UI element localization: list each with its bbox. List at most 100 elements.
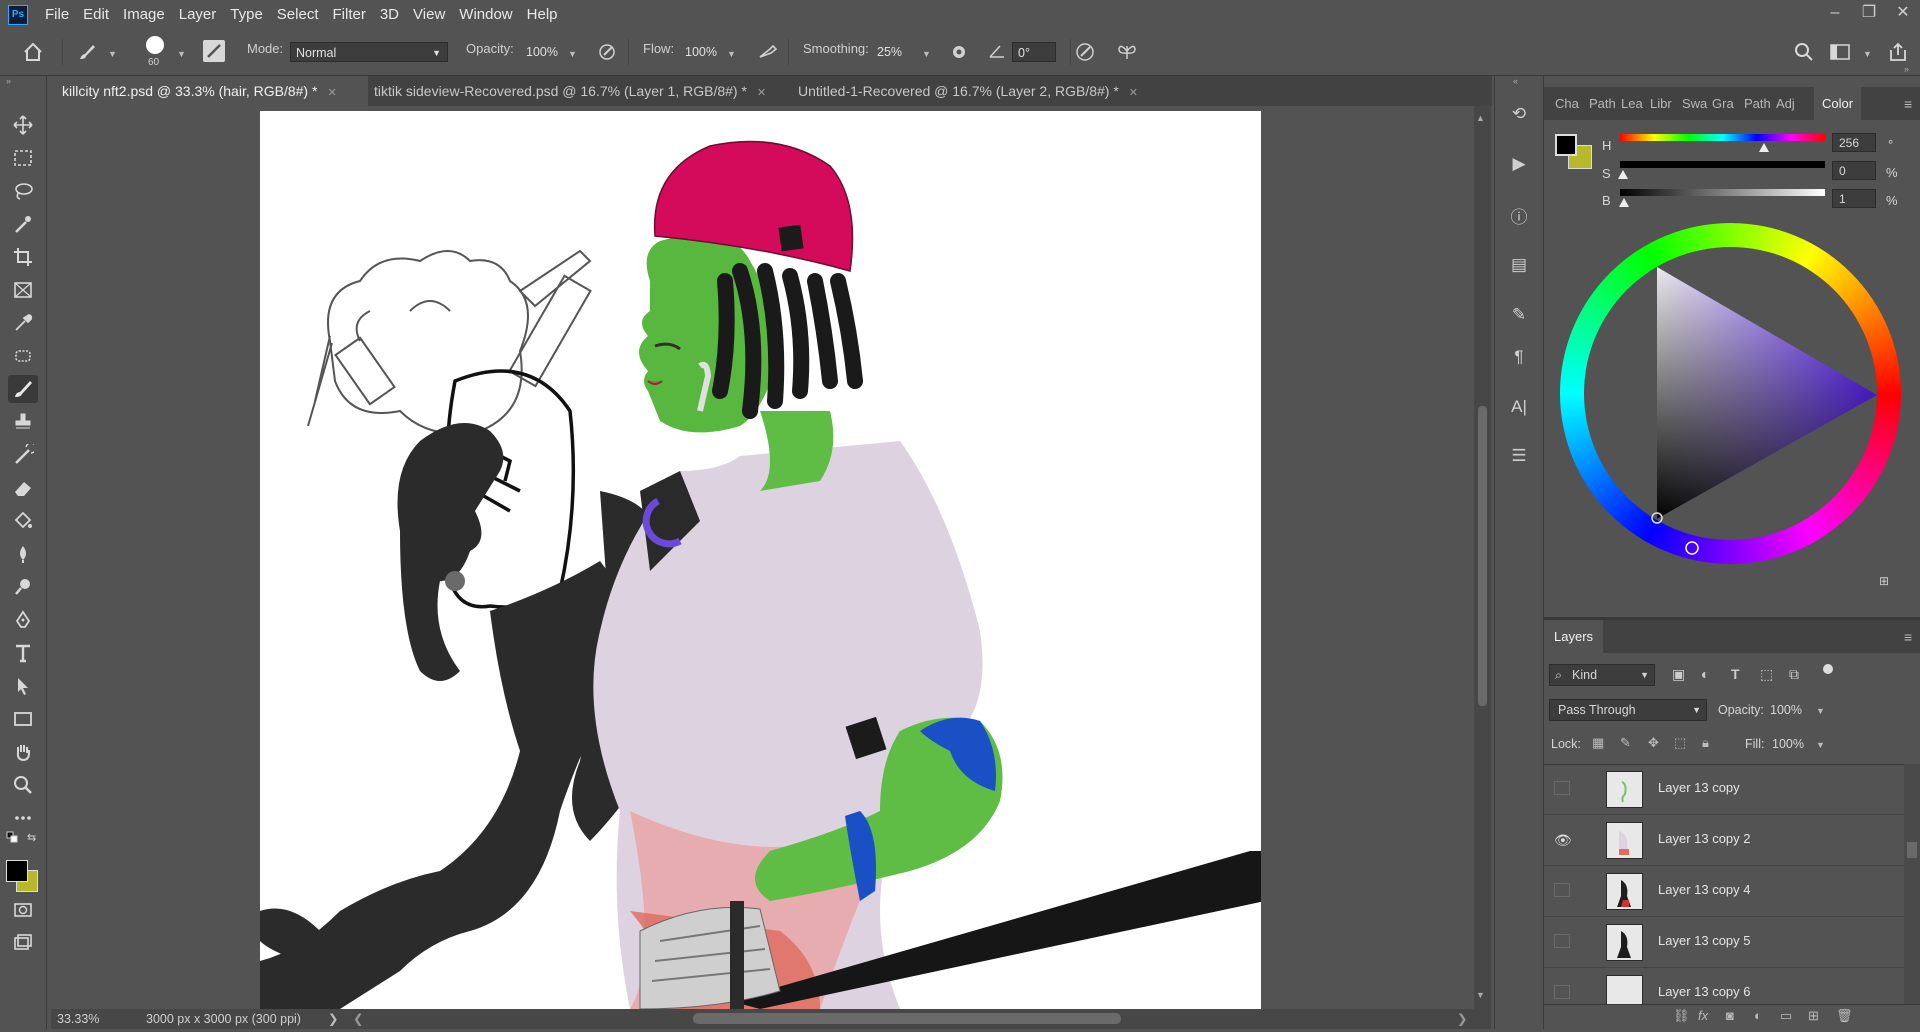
brightness-slider[interactable] xyxy=(1620,189,1825,196)
filter-toggle-icon[interactable] xyxy=(1823,664,1833,674)
vertical-scroll-thumb[interactable] xyxy=(1478,406,1487,706)
tab-adjustments[interactable]: Adj xyxy=(1776,87,1795,120)
layer-row[interactable]: Layer 13 copy 5 xyxy=(1544,917,1904,968)
paragraph-panel-icon[interactable]: ¶ xyxy=(1506,344,1532,370)
lock-position-icon[interactable]: ✥ xyxy=(1648,735,1659,751)
collapse-toolbar-icon[interactable]: » xyxy=(6,76,11,86)
history-panel-icon[interactable]: ⟲ xyxy=(1506,101,1532,127)
panel-menu-icon[interactable]: ≡ xyxy=(1904,96,1912,112)
tab-layers[interactable]: Layers xyxy=(1544,620,1604,653)
delete-layer-icon[interactable]: 🗑︎ xyxy=(1836,1008,1853,1024)
layer-name[interactable]: Layer 13 copy xyxy=(1658,780,1740,795)
opacity-field[interactable]: 100% xyxy=(521,42,563,62)
scroll-left-arrow-icon[interactable]: ❮ xyxy=(353,1011,363,1026)
document-canvas[interactable] xyxy=(260,111,1261,1009)
brush-settings-icon[interactable] xyxy=(203,40,225,62)
eraser-tool-icon[interactable] xyxy=(8,474,38,502)
visibility-toggle[interactable] xyxy=(1554,883,1570,897)
zoom-level[interactable]: 33.33% xyxy=(57,1012,99,1026)
minimize-button[interactable]: – xyxy=(1818,0,1852,29)
layer-name[interactable]: Layer 13 copy 5 xyxy=(1658,933,1751,948)
frame-tool-icon[interactable] xyxy=(8,276,38,304)
default-colors-icon[interactable] xyxy=(6,831,18,846)
actions-panel-icon[interactable]: ▶ xyxy=(1506,151,1532,177)
scroll-right-arrow-icon[interactable]: ❯ xyxy=(1457,1011,1467,1026)
paint-bucket-tool-icon[interactable] xyxy=(8,507,38,535)
brightness-slider-handle[interactable] xyxy=(1619,198,1629,207)
pen-tool-icon[interactable] xyxy=(8,606,38,634)
character-panel-icon[interactable]: A| xyxy=(1506,394,1532,420)
workspace-icon[interactable] xyxy=(1829,42,1851,65)
eyedropper-tool-icon[interactable] xyxy=(8,309,38,337)
menu-edit[interactable]: Edit xyxy=(76,6,116,23)
menu-image[interactable]: Image xyxy=(116,6,172,23)
scroll-down-arrow-icon[interactable]: ▼ xyxy=(1476,990,1485,1000)
layers-panel-menu-icon[interactable]: ≡ xyxy=(1904,629,1912,645)
menu-file[interactable]: File xyxy=(38,6,76,23)
menu-view[interactable]: View xyxy=(406,6,452,23)
visibility-toggle[interactable] xyxy=(1554,985,1570,999)
type-tool-icon[interactable] xyxy=(8,639,38,667)
lock-artboard-icon[interactable]: ⬚ xyxy=(1674,735,1686,751)
zoom-tool-icon[interactable] xyxy=(8,771,38,799)
info-panel-icon[interactable]: ⓘ xyxy=(1506,202,1532,228)
path-selection-tool-icon[interactable] xyxy=(8,672,38,700)
hue-slider[interactable] xyxy=(1620,134,1825,141)
tab-channels[interactable]: Cha xyxy=(1555,87,1579,120)
saturation-value-field[interactable]: 0 xyxy=(1832,161,1876,180)
layer-name[interactable]: Layer 13 copy 2 xyxy=(1658,831,1751,846)
rectangle-tool-icon[interactable] xyxy=(8,705,38,733)
layers-scroll-thumb[interactable] xyxy=(1907,842,1917,858)
search-icon[interactable] xyxy=(1793,41,1815,66)
properties-panel-icon[interactable]: ▤ xyxy=(1506,252,1532,278)
saturation-brightness-triangle[interactable] xyxy=(1560,223,1901,564)
share-icon[interactable] xyxy=(1887,41,1909,66)
quick-mask-icon[interactable] xyxy=(8,896,38,924)
dodge-tool-icon[interactable] xyxy=(8,573,38,601)
add-mask-icon[interactable]: ◙ xyxy=(1726,1008,1734,1023)
tab-learn[interactable]: Lea xyxy=(1621,87,1643,120)
menu-type[interactable]: Type xyxy=(223,6,270,23)
tab-patterns[interactable]: Path xyxy=(1744,87,1771,120)
tab-swatches[interactable]: Swa xyxy=(1682,87,1707,120)
screen-mode-icon[interactable] xyxy=(8,929,38,957)
tab-paths[interactable]: Path xyxy=(1589,87,1616,120)
expand-panels-icon[interactable]: « xyxy=(1513,76,1518,86)
menu-layer[interactable]: Layer xyxy=(172,6,224,23)
blend-mode-select[interactable]: Pass Through ▼ xyxy=(1549,699,1707,721)
mode-select[interactable]: Normal ▼ xyxy=(290,42,448,62)
filter-adjustment-layer-icon[interactable]: ◐ xyxy=(1701,666,1709,682)
foreground-color-swatch[interactable] xyxy=(6,860,28,882)
status-menu-arrow-icon[interactable]: ❯ xyxy=(328,1011,338,1026)
restore-button[interactable]: ❐ xyxy=(1852,0,1886,29)
brush-settings-panel-icon[interactable]: ✎ xyxy=(1506,302,1532,328)
filter-pixel-layer-icon[interactable]: ▣ xyxy=(1672,666,1685,683)
hue-slider-handle[interactable] xyxy=(1759,143,1769,152)
tab-untitled[interactable]: Untitled-1-Recovered @ 16.7% (Layer 2, R… xyxy=(786,76,1190,106)
brightness-value-field[interactable]: 1 xyxy=(1832,189,1876,208)
home-icon[interactable] xyxy=(22,41,44,66)
lock-transparent-pixels-icon[interactable]: ▦ xyxy=(1592,735,1604,751)
move-tool-icon[interactable] xyxy=(8,111,38,139)
visibility-toggle[interactable] xyxy=(1554,934,1570,948)
vertical-scrollbar[interactable] xyxy=(1474,106,1491,1009)
layer-row[interactable]: Layer 13 copy 6 xyxy=(1544,968,1904,1005)
smoothing-field[interactable]: 25% xyxy=(872,42,914,62)
new-group-icon[interactable]: ▭ xyxy=(1780,1008,1792,1024)
flow-field[interactable]: 100% xyxy=(680,42,722,62)
color-panel-foreground-swatch[interactable] xyxy=(1555,134,1577,156)
tab-tiktik[interactable]: tiktik sideview-Recovered.psd @ 16.7% (L… xyxy=(362,76,794,106)
filter-type-layer-icon[interactable]: T xyxy=(1731,666,1740,682)
add-to-swatches-icon[interactable]: ⊞ xyxy=(1879,574,1889,588)
close-tab-icon[interactable]: ✕ xyxy=(1129,87,1138,99)
healing-brush-tool-icon[interactable] xyxy=(8,342,38,370)
brush-tool-preset-icon[interactable] xyxy=(76,41,98,66)
adjustment-layer-icon[interactable]: ◐ xyxy=(1754,1008,1762,1023)
close-tab-icon[interactable]: ✕ xyxy=(757,87,766,99)
lock-all-icon[interactable]: 🔒︎ xyxy=(1702,735,1709,751)
close-tab-icon[interactable]: ✕ xyxy=(327,87,336,99)
tab-color[interactable]: Color xyxy=(1814,87,1862,120)
menu-help[interactable]: Help xyxy=(520,6,565,23)
history-brush-tool-icon[interactable] xyxy=(8,441,38,469)
angle-field[interactable]: 0° xyxy=(1012,42,1056,62)
